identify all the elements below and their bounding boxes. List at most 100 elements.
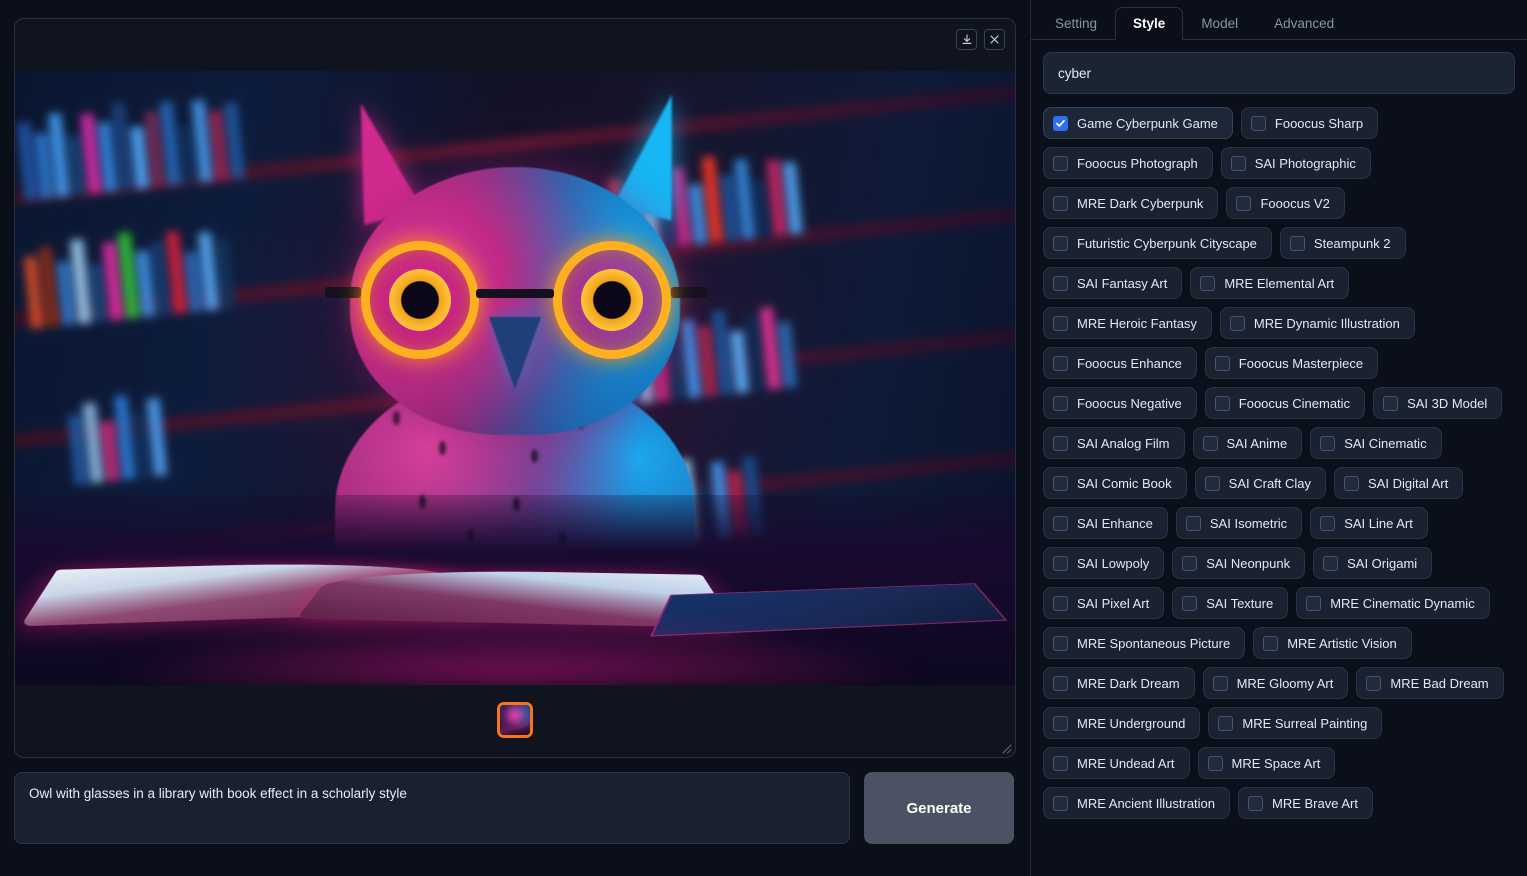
style-chip[interactable]: SAI Comic Book: [1043, 467, 1187, 499]
style-chip[interactable]: Fooocus Cinematic: [1205, 387, 1365, 419]
style-chip[interactable]: MRE Cinematic Dynamic: [1296, 587, 1489, 619]
checkbox-icon[interactable]: [1236, 196, 1251, 211]
style-chip[interactable]: SAI Digital Art: [1334, 467, 1463, 499]
style-chip[interactable]: SAI Anime: [1193, 427, 1303, 459]
resize-handle-icon[interactable]: [998, 740, 1012, 754]
checkbox-icon[interactable]: [1053, 236, 1068, 251]
checkbox-icon[interactable]: [1053, 196, 1068, 211]
checkbox-icon[interactable]: [1306, 596, 1321, 611]
style-chip[interactable]: MRE Artistic Vision: [1253, 627, 1412, 659]
thumbnail-item[interactable]: [497, 702, 533, 738]
checkbox-icon[interactable]: [1263, 636, 1278, 651]
checkbox-icon[interactable]: [1383, 396, 1398, 411]
style-chip[interactable]: MRE Gloomy Art: [1203, 667, 1349, 699]
checkbox-icon[interactable]: [1053, 436, 1068, 451]
style-chip[interactable]: MRE Underground: [1043, 707, 1200, 739]
checkbox-icon[interactable]: [1215, 356, 1230, 371]
tab-model[interactable]: Model: [1183, 7, 1256, 40]
style-chip[interactable]: SAI Pixel Art: [1043, 587, 1164, 619]
style-chip-label: SAI Cinematic: [1344, 436, 1426, 451]
style-chip[interactable]: MRE Dark Dream: [1043, 667, 1195, 699]
style-chip[interactable]: Fooocus V2: [1226, 187, 1344, 219]
download-button[interactable]: [956, 29, 977, 50]
checkbox-icon[interactable]: [1203, 436, 1218, 451]
checkbox-icon[interactable]: [1053, 156, 1068, 171]
style-chip[interactable]: Fooocus Sharp: [1241, 107, 1378, 139]
checkbox-icon[interactable]: [1290, 236, 1305, 251]
checkbox-icon[interactable]: [1053, 676, 1068, 691]
style-chip-label: SAI Lowpoly: [1077, 556, 1149, 571]
style-chip[interactable]: SAI Line Art: [1310, 507, 1428, 539]
style-chip[interactable]: Fooocus Negative: [1043, 387, 1197, 419]
checkbox-icon[interactable]: [1231, 156, 1246, 171]
checkbox-icon[interactable]: [1186, 516, 1201, 531]
style-search-input[interactable]: [1043, 52, 1515, 94]
checkbox-icon[interactable]: [1053, 396, 1068, 411]
style-chip[interactable]: SAI Craft Clay: [1195, 467, 1326, 499]
prompt-input[interactable]: [14, 772, 850, 844]
checkbox-icon[interactable]: [1200, 276, 1215, 291]
checkbox-icon[interactable]: [1053, 356, 1068, 371]
style-chip[interactable]: Futuristic Cyberpunk Cityscape: [1043, 227, 1272, 259]
style-chip[interactable]: MRE Dynamic Illustration: [1220, 307, 1415, 339]
style-chip[interactable]: MRE Elemental Art: [1190, 267, 1349, 299]
checkbox-icon[interactable]: [1230, 316, 1245, 331]
checkbox-icon[interactable]: [1053, 716, 1068, 731]
style-chip[interactable]: MRE Bad Dream: [1356, 667, 1503, 699]
checkbox-icon[interactable]: [1323, 556, 1338, 571]
style-chip[interactable]: SAI Fantasy Art: [1043, 267, 1182, 299]
style-chip[interactable]: SAI Photographic: [1221, 147, 1371, 179]
checkbox-icon[interactable]: [1053, 556, 1068, 571]
style-chip[interactable]: Game Cyberpunk Game: [1043, 107, 1233, 139]
checkbox-icon[interactable]: [1053, 316, 1068, 331]
style-chip[interactable]: SAI Neonpunk: [1172, 547, 1305, 579]
checkbox-icon[interactable]: [1053, 476, 1068, 491]
checkbox-checked-icon[interactable]: [1053, 116, 1068, 131]
style-chip[interactable]: MRE Brave Art: [1238, 787, 1373, 819]
checkbox-icon[interactable]: [1218, 716, 1233, 731]
style-chip[interactable]: SAI Cinematic: [1310, 427, 1441, 459]
style-chip[interactable]: SAI Origami: [1313, 547, 1432, 579]
checkbox-icon[interactable]: [1208, 756, 1223, 771]
checkbox-icon[interactable]: [1053, 276, 1068, 291]
style-chip-label: Fooocus Photograph: [1077, 156, 1198, 171]
style-chip[interactable]: Fooocus Photograph: [1043, 147, 1213, 179]
checkbox-icon[interactable]: [1320, 436, 1335, 451]
style-chip[interactable]: SAI 3D Model: [1373, 387, 1502, 419]
style-chip[interactable]: MRE Undead Art: [1043, 747, 1190, 779]
style-chip[interactable]: SAI Lowpoly: [1043, 547, 1164, 579]
checkbox-icon[interactable]: [1182, 556, 1197, 571]
style-chip[interactable]: MRE Space Art: [1198, 747, 1336, 779]
checkbox-icon[interactable]: [1320, 516, 1335, 531]
style-chip[interactable]: SAI Analog Film: [1043, 427, 1185, 459]
style-chip[interactable]: SAI Isometric: [1176, 507, 1302, 539]
checkbox-icon[interactable]: [1053, 636, 1068, 651]
tab-style[interactable]: Style: [1115, 7, 1183, 40]
checkbox-icon[interactable]: [1213, 676, 1228, 691]
checkbox-icon[interactable]: [1053, 756, 1068, 771]
style-chip[interactable]: Fooocus Enhance: [1043, 347, 1197, 379]
style-chip[interactable]: Steampunk 2: [1280, 227, 1406, 259]
generate-button[interactable]: Generate: [864, 772, 1014, 844]
checkbox-icon[interactable]: [1053, 596, 1068, 611]
checkbox-icon[interactable]: [1248, 796, 1263, 811]
checkbox-icon[interactable]: [1053, 796, 1068, 811]
close-button[interactable]: [984, 29, 1005, 50]
style-chip[interactable]: Fooocus Masterpiece: [1205, 347, 1378, 379]
checkbox-icon[interactable]: [1182, 596, 1197, 611]
style-chip[interactable]: SAI Texture: [1172, 587, 1288, 619]
checkbox-icon[interactable]: [1366, 676, 1381, 691]
checkbox-icon[interactable]: [1251, 116, 1266, 131]
checkbox-icon[interactable]: [1344, 476, 1359, 491]
style-chip[interactable]: MRE Spontaneous Picture: [1043, 627, 1245, 659]
checkbox-icon[interactable]: [1215, 396, 1230, 411]
checkbox-icon[interactable]: [1205, 476, 1220, 491]
tab-advanced[interactable]: Advanced: [1256, 7, 1352, 40]
tab-setting[interactable]: Setting: [1037, 7, 1115, 40]
style-chip[interactable]: SAI Enhance: [1043, 507, 1168, 539]
checkbox-icon[interactable]: [1053, 516, 1068, 531]
style-chip[interactable]: MRE Ancient Illustration: [1043, 787, 1230, 819]
style-chip[interactable]: MRE Heroic Fantasy: [1043, 307, 1212, 339]
style-chip[interactable]: MRE Surreal Painting: [1208, 707, 1382, 739]
style-chip[interactable]: MRE Dark Cyberpunk: [1043, 187, 1218, 219]
